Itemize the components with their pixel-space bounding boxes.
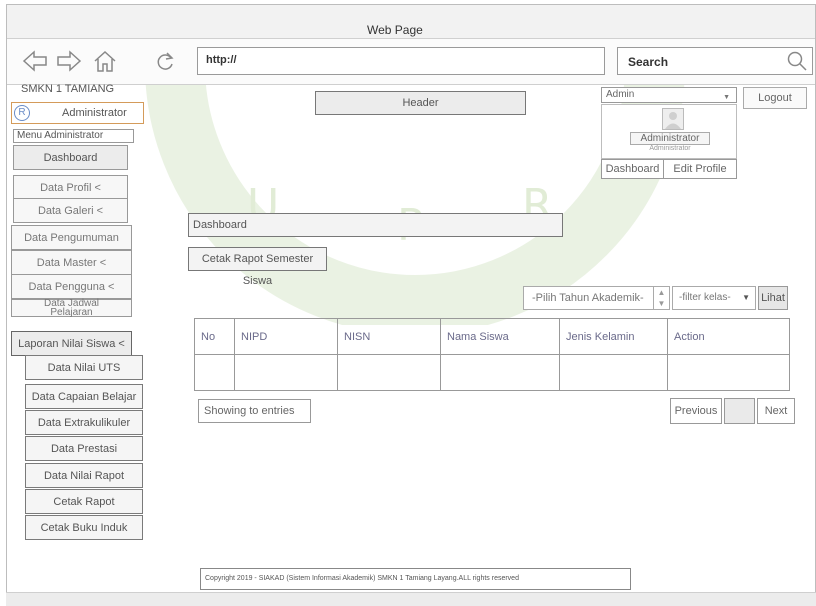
sidebar-sub-item-prestasi[interactable]: Data Prestasi bbox=[25, 436, 143, 461]
logout-button[interactable]: Logout bbox=[743, 87, 807, 109]
footer-copyright: Copyright 2019 - SIAKAD (Sistem Informas… bbox=[200, 568, 631, 590]
status-bar bbox=[6, 592, 816, 606]
stepper-arrows-icon: ▲ ▼ bbox=[653, 287, 669, 309]
search-field[interactable]: Search bbox=[617, 47, 813, 75]
kelas-select[interactable]: -filter kelas- ▼ bbox=[672, 286, 756, 310]
admin-badge: R Administrator bbox=[11, 102, 144, 124]
search-icon[interactable] bbox=[786, 50, 808, 72]
column-header-jenis-kelamin: Jenis Kelamin bbox=[559, 318, 668, 355]
search-label: Search bbox=[628, 55, 669, 69]
kelas-value: -filter kelas- bbox=[679, 292, 731, 303]
column-header-nama-siswa: Nama Siswa bbox=[440, 318, 560, 355]
edit-profile-button[interactable]: Edit Profile bbox=[664, 160, 736, 178]
browser-toolbar: http:// Search bbox=[7, 39, 815, 85]
avatar bbox=[662, 108, 684, 130]
url-input[interactable]: http:// bbox=[197, 47, 605, 75]
sidebar-item-dashboard[interactable]: Dashboard bbox=[13, 145, 128, 170]
column-header-nipd: NIPD bbox=[234, 318, 338, 355]
sidebar-item-data-pengumuman[interactable]: Data Pengumuman bbox=[11, 225, 132, 250]
forward-arrow-icon[interactable] bbox=[55, 47, 83, 75]
sidebar-item-data-galeri[interactable]: Data Galeri < bbox=[13, 198, 128, 223]
profile-role: Administrator bbox=[649, 145, 691, 152]
table-cell bbox=[337, 354, 441, 391]
sidebar-sub-item-extrakulikuler[interactable]: Data Extrakulikuler bbox=[25, 410, 143, 435]
tahun-akademik-value: -Pilih Tahun Akademik- bbox=[532, 292, 644, 304]
window-title: Web Page bbox=[367, 23, 423, 37]
column-header-no: No bbox=[194, 318, 235, 355]
table-cell bbox=[440, 354, 560, 391]
chevron-down-icon: ▼ bbox=[742, 293, 750, 302]
column-header-nisn: NISN bbox=[337, 318, 441, 355]
next-button[interactable]: Next bbox=[757, 398, 795, 424]
title-bar: Web Page bbox=[7, 5, 815, 39]
school-name: SMKN 1 TAMIANG bbox=[21, 83, 115, 95]
page-title: Cetak Rapot Semester Siswa bbox=[188, 247, 327, 287]
sidebar-sub-item-nilai-rapot[interactable]: Data Nilai Rapot bbox=[25, 463, 143, 488]
tahun-akademik-select[interactable]: -Pilih Tahun Akademik- ▲ ▼ bbox=[523, 286, 670, 310]
home-icon[interactable] bbox=[91, 47, 119, 75]
menu-title: Menu Administrator bbox=[13, 129, 134, 143]
lihat-button[interactable]: Lihat bbox=[758, 286, 788, 310]
sidebar-item-data-profil[interactable]: Data Profil < bbox=[13, 175, 128, 200]
showing-entries: Showing to entries bbox=[198, 399, 311, 423]
sidebar-item-data-jadwal[interactable]: Data Jadwal Pelajaran bbox=[11, 299, 132, 318]
profile-card: Administrator Administrator bbox=[601, 104, 737, 159]
sidebar-item-data-pengguna[interactable]: Data Pengguna < bbox=[11, 274, 132, 299]
user-select-value: Admin bbox=[606, 89, 635, 100]
sidebar-item-data-master[interactable]: Data Master < bbox=[11, 250, 132, 275]
table-row bbox=[194, 354, 790, 391]
table-cell bbox=[559, 354, 668, 391]
sidebar-sub-item-buku-induk[interactable]: Cetak Buku Induk bbox=[25, 515, 143, 540]
refresh-icon[interactable] bbox=[151, 47, 179, 75]
table-cell bbox=[234, 354, 338, 391]
previous-button[interactable]: Previous bbox=[670, 398, 722, 424]
user-select[interactable]: Admin ▼ bbox=[601, 87, 737, 103]
profile-name: Administrator bbox=[630, 132, 710, 145]
chevron-down-icon: ▼ bbox=[723, 94, 730, 101]
current-page-button[interactable] bbox=[724, 398, 755, 424]
admin-badge-label: Administrator bbox=[62, 107, 127, 119]
browser-window: U P R Web Page http:// Search SMKN 1 TAM… bbox=[6, 4, 816, 606]
profile-dashboard-button[interactable]: Dashboard bbox=[602, 160, 664, 178]
sidebar-item-laporan-nilai[interactable]: Laporan Nilai Siswa < bbox=[11, 331, 132, 356]
back-arrow-icon[interactable] bbox=[21, 47, 49, 75]
table-cell bbox=[194, 354, 235, 391]
table-header-row: No NIPD NISN Nama Siswa Jenis Kelamin Ac… bbox=[194, 318, 790, 355]
sidebar-sub-item-nilai-uts[interactable]: Data Nilai UTS bbox=[25, 355, 143, 380]
header-placeholder: Header bbox=[315, 91, 526, 115]
siswa-table: No NIPD NISN Nama Siswa Jenis Kelamin Ac… bbox=[194, 318, 790, 391]
breadcrumb: Dashboard bbox=[188, 213, 563, 237]
table-cell bbox=[667, 354, 790, 391]
registered-icon: R bbox=[14, 105, 30, 121]
sidebar-sub-item-capaian-belajar[interactable]: Data Capaian Belajar bbox=[25, 384, 143, 409]
profile-tabs: Dashboard Edit Profile bbox=[601, 159, 737, 179]
sidebar-sub-item-cetak-rapot[interactable]: Cetak Rapot bbox=[25, 489, 143, 514]
column-header-action: Action bbox=[667, 318, 790, 355]
